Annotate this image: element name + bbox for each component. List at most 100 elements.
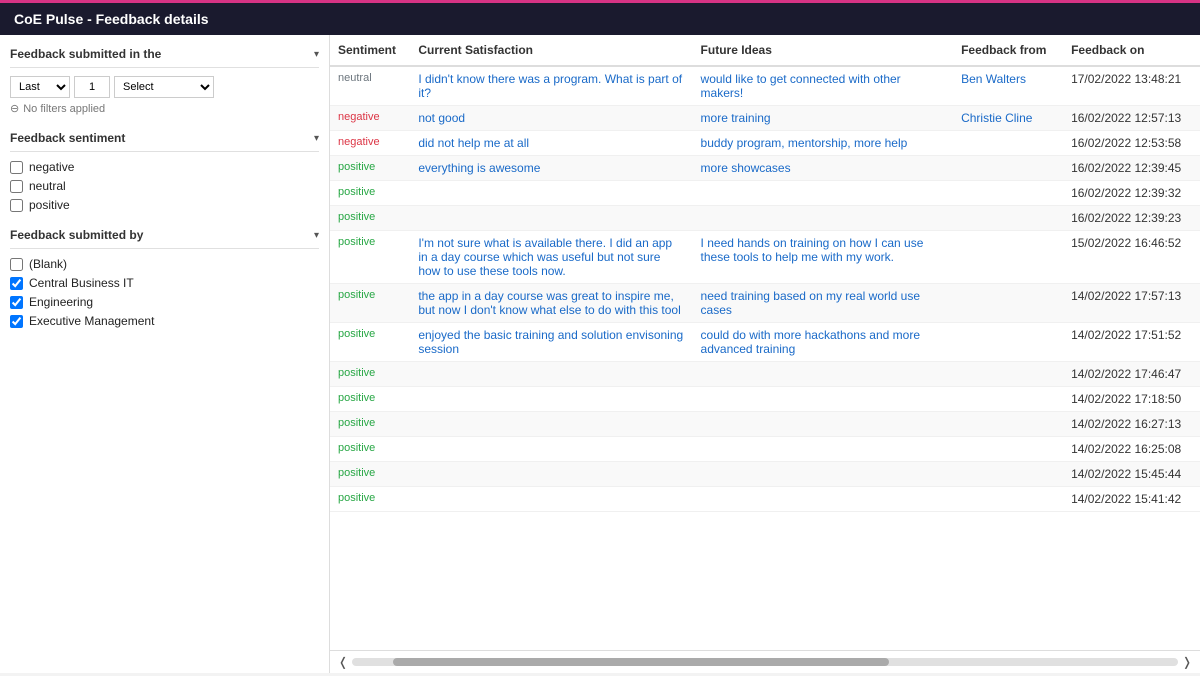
sentiment-item-negative[interactable]: negative bbox=[10, 160, 319, 174]
main-layout: Feedback submitted in the ▾ Last Select … bbox=[0, 35, 1200, 673]
current-satisfaction-cell: enjoyed the basic training and solution … bbox=[410, 323, 692, 362]
no-filters: ⊖ No filters applied bbox=[10, 102, 319, 115]
submitted-by-chevron: ▾ bbox=[314, 230, 319, 241]
feedback-from-cell bbox=[953, 412, 1063, 437]
current-satisfaction-cell bbox=[410, 362, 692, 387]
current-satisfaction-cell bbox=[410, 412, 692, 437]
submitted-by-label-central-business-it: Central Business IT bbox=[29, 276, 134, 290]
current-satisfaction-cell: did not help me at all bbox=[410, 131, 692, 156]
feedback-from-cell bbox=[953, 323, 1063, 362]
table-row: positive14/02/2022 15:45:44 bbox=[330, 462, 1200, 487]
submitted-by-label-blank: (Blank) bbox=[29, 257, 67, 271]
feedback-on-cell: 14/02/2022 16:27:13 bbox=[1063, 412, 1200, 437]
submitted-by-checkbox-engineering[interactable] bbox=[10, 296, 23, 309]
last-select[interactable]: Last bbox=[10, 76, 70, 98]
current-satisfaction-cell: I didn't know there was a program. What … bbox=[410, 66, 692, 106]
sentiment-chevron: ▾ bbox=[314, 133, 319, 144]
current-satisfaction-cell bbox=[410, 462, 692, 487]
submitted-by-item-engineering[interactable]: Engineering bbox=[10, 295, 319, 309]
current-satisfaction-cell bbox=[410, 487, 692, 512]
number-input[interactable] bbox=[74, 76, 110, 98]
col-header-sentiment: Sentiment bbox=[330, 35, 410, 66]
no-filters-label: No filters applied bbox=[23, 103, 105, 115]
submitted-in-controls: Last Select Days Weeks Months bbox=[10, 76, 319, 98]
submitted-by-header[interactable]: Feedback submitted by ▾ bbox=[10, 228, 319, 249]
submitted-by-label-engineering: Engineering bbox=[29, 295, 93, 309]
table-scroll-area[interactable]: SentimentCurrent SatisfactionFuture Idea… bbox=[330, 35, 1200, 650]
submitted-in-chevron: ▾ bbox=[314, 49, 319, 60]
sentiment-cell: positive bbox=[330, 231, 410, 284]
submitted-in-section: Feedback submitted in the ▾ Last Select … bbox=[10, 47, 319, 115]
feedback-on-cell: 16/02/2022 12:39:23 bbox=[1063, 206, 1200, 231]
future-ideas-cell bbox=[693, 362, 954, 387]
submitted-by-item-blank[interactable]: (Blank) bbox=[10, 257, 319, 271]
sentiment-cell: positive bbox=[330, 181, 410, 206]
feedback-on-cell: 14/02/2022 15:41:42 bbox=[1063, 487, 1200, 512]
feedback-from-cell bbox=[953, 387, 1063, 412]
future-ideas-cell bbox=[693, 206, 954, 231]
feedback-from-cell bbox=[953, 362, 1063, 387]
future-ideas-cell: would like to get connected with other m… bbox=[693, 66, 954, 106]
submitted-in-label: Feedback submitted in the bbox=[10, 47, 161, 61]
table-row: positive14/02/2022 17:46:47 bbox=[330, 362, 1200, 387]
future-ideas-cell bbox=[693, 181, 954, 206]
submitted-by-checkbox-executive-management[interactable] bbox=[10, 315, 23, 328]
submitted-by-checkbox-central-business-it[interactable] bbox=[10, 277, 23, 290]
submitted-by-item-central-business-it[interactable]: Central Business IT bbox=[10, 276, 319, 290]
feedback-from-cell bbox=[953, 156, 1063, 181]
period-select[interactable]: Select Days Weeks Months bbox=[114, 76, 214, 98]
feedback-from-cell: Christie Cline bbox=[953, 106, 1063, 131]
scroll-left-arrow[interactable]: ❬ bbox=[338, 655, 348, 669]
feedback-on-cell: 16/02/2022 12:39:45 bbox=[1063, 156, 1200, 181]
sentiment-cell: positive bbox=[330, 437, 410, 462]
feedback-from-cell: Ben Walters bbox=[953, 66, 1063, 106]
submitted-in-header[interactable]: Feedback submitted in the ▾ bbox=[10, 47, 319, 68]
sentiment-checkbox-positive[interactable] bbox=[10, 199, 23, 212]
app-title: CoE Pulse - Feedback details bbox=[14, 11, 209, 27]
table-row: positive14/02/2022 17:18:50 bbox=[330, 387, 1200, 412]
current-satisfaction-cell bbox=[410, 206, 692, 231]
feedback-on-cell: 15/02/2022 16:46:52 bbox=[1063, 231, 1200, 284]
col-header-currentSatisfaction: Current Satisfaction bbox=[410, 35, 692, 66]
title-bar: CoE Pulse - Feedback details bbox=[0, 0, 1200, 35]
sentiment-cell: positive bbox=[330, 206, 410, 231]
scroll-track[interactable] bbox=[352, 658, 1178, 666]
table-body: neutralI didn't know there was a program… bbox=[330, 66, 1200, 512]
sentiment-item-positive[interactable]: positive bbox=[10, 198, 319, 212]
future-ideas-cell: more training bbox=[693, 106, 954, 131]
current-satisfaction-cell bbox=[410, 181, 692, 206]
submitted-by-list: (Blank) Central Business IT Engineering Exe… bbox=[10, 257, 319, 333]
feedback-from-cell bbox=[953, 284, 1063, 323]
sentiment-item-neutral[interactable]: neutral bbox=[10, 179, 319, 193]
feedback-on-cell: 16/02/2022 12:57:13 bbox=[1063, 106, 1200, 131]
sentiment-cell: positive bbox=[330, 323, 410, 362]
table-row: negativenot goodmore trainingChristie Cl… bbox=[330, 106, 1200, 131]
col-header-feedbackOn: Feedback on bbox=[1063, 35, 1200, 66]
future-ideas-cell bbox=[693, 462, 954, 487]
sentiment-header[interactable]: Feedback sentiment ▾ bbox=[10, 131, 319, 152]
feedback-on-cell: 16/02/2022 12:53:58 bbox=[1063, 131, 1200, 156]
sentiment-checkbox-negative[interactable] bbox=[10, 161, 23, 174]
future-ideas-cell bbox=[693, 437, 954, 462]
table-row: positiveeverything is awesomemore showca… bbox=[330, 156, 1200, 181]
future-ideas-cell: could do with more hackathons and more a… bbox=[693, 323, 954, 362]
submitted-by-item-executive-management[interactable]: Executive Management bbox=[10, 314, 319, 328]
table-row: positiveenjoyed the basic training and s… bbox=[330, 323, 1200, 362]
table-row: positive14/02/2022 16:25:08 bbox=[330, 437, 1200, 462]
table-row: positive14/02/2022 16:27:13 bbox=[330, 412, 1200, 437]
right-panel: SentimentCurrent SatisfactionFuture Idea… bbox=[330, 35, 1200, 673]
submitted-by-checkbox-blank[interactable] bbox=[10, 258, 23, 271]
col-header-futureIdeas: Future Ideas bbox=[693, 35, 954, 66]
sentiment-cell: positive bbox=[330, 487, 410, 512]
future-ideas-cell bbox=[693, 387, 954, 412]
future-ideas-cell: I need hands on training on how I can us… bbox=[693, 231, 954, 284]
future-ideas-cell bbox=[693, 412, 954, 437]
table-row: positivethe app in a day course was grea… bbox=[330, 284, 1200, 323]
sentiment-checkbox-neutral[interactable] bbox=[10, 180, 23, 193]
feedback-on-cell: 14/02/2022 15:45:44 bbox=[1063, 462, 1200, 487]
scroll-right-arrow[interactable]: ❭ bbox=[1182, 655, 1192, 669]
feedback-from-cell bbox=[953, 462, 1063, 487]
sentiment-cell: negative bbox=[330, 131, 410, 156]
horizontal-scrollbar[interactable]: ❬ ❭ bbox=[330, 650, 1200, 673]
feedback-from-cell bbox=[953, 131, 1063, 156]
